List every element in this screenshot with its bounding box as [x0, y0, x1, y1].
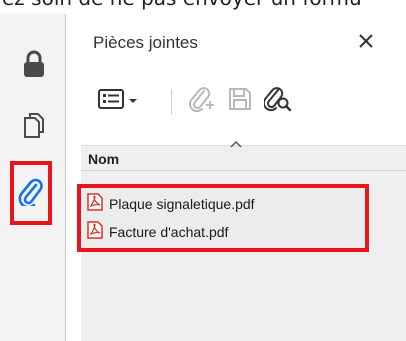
- save-attachment-button[interactable]: [223, 86, 257, 116]
- pages-icon: [23, 112, 45, 144]
- column-header-name[interactable]: Nom: [88, 151, 119, 167]
- list-item[interactable]: Plaque signaletique.pdf: [87, 192, 255, 216]
- add-attachment-button[interactable]: [185, 86, 219, 116]
- pdf-file-icon: [87, 220, 103, 244]
- toolbar-divider: [171, 89, 172, 115]
- file-name: Facture d'achat.pdf: [109, 224, 229, 240]
- files-selection-highlight: Plaque signaletique.pdf Facture d'achat.…: [77, 184, 369, 252]
- lock-icon: [23, 50, 45, 83]
- rail-attachments-button[interactable]: [10, 161, 52, 225]
- add-attachment-icon: [188, 85, 216, 118]
- list-view-icon: [98, 88, 124, 114]
- rail-pages-button[interactable]: [13, 107, 55, 149]
- save-icon: [228, 87, 252, 116]
- left-rail: [0, 14, 66, 341]
- view-options-button[interactable]: [89, 86, 147, 116]
- search-attachment-button[interactable]: [261, 86, 295, 116]
- paperclip-icon: [18, 176, 44, 211]
- list-item[interactable]: Facture d'achat.pdf: [87, 220, 228, 244]
- file-name: Plaque signaletique.pdf: [109, 196, 255, 212]
- sort-ascending-icon[interactable]: [230, 135, 242, 153]
- rail-lock-button[interactable]: [13, 45, 55, 87]
- attachments-panel: Pièces jointes Nom Plaque signaletique.p…: [67, 14, 406, 341]
- close-panel-button[interactable]: [356, 33, 376, 53]
- header-divider: [81, 170, 406, 171]
- panel-title: Pièces jointes: [93, 33, 198, 52]
- pdf-file-icon: [87, 192, 103, 216]
- attachments-toolbar: [89, 86, 389, 120]
- background-document-text: ez soin de ne pas envoyer un formu: [0, 0, 406, 12]
- close-icon: [358, 33, 374, 54]
- search-attachment-icon: [262, 85, 292, 118]
- chevron-down-icon: [128, 92, 138, 110]
